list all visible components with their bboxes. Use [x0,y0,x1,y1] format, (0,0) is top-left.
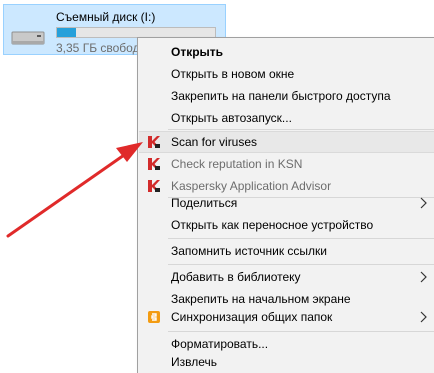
menu-item-add-library[interactable]: Добавить в библиотеку [139,266,434,288]
menu-separator [168,331,434,332]
menu-separator [168,129,434,130]
menu-item-open-portable[interactable]: Открыть как переносное устройство [139,214,434,236]
menu-item-remember-link[interactable]: Запомнить источник ссылки [139,240,434,262]
menu-item-open-label: Открыть [171,45,224,59]
menu-item-check-reputation-label: Check reputation in KSN [171,157,303,171]
menu-item-pin-quick-access-label: Закрепить на панели быстрого доступа [171,89,391,103]
drive-usage-fill [57,28,76,37]
chevron-right-icon [420,271,427,283]
menu-item-scan-viruses[interactable]: Scan for viruses [139,131,434,153]
sync-folder-icon [148,311,160,323]
menu-item-remember-link-label: Запомнить источник ссылки [171,244,327,258]
explorer-screenshot: Съемный диск (I:) 3,35 ГБ свободно Откры… [0,0,434,373]
kaspersky-icon [148,158,160,170]
menu-item-scan-viruses-label: Scan for viruses [171,135,258,149]
menu-item-pin-quick-access[interactable]: Закрепить на панели быстрого доступа [139,85,434,107]
menu-item-open[interactable]: Открыть [139,41,434,63]
menu-item-sync-folders-label: Синхронизация общих папок [171,310,333,324]
menu-item-add-library-label: Добавить в библиотеку [171,270,301,284]
menu-item-open-autoplay[interactable]: Открыть автозапуск... [139,107,434,129]
drive-name: Съемный диск (I:) [56,10,156,24]
removable-drive-icon [11,31,45,45]
kaspersky-icon [148,180,160,192]
menu-separator [168,238,434,239]
menu-item-open-portable-label: Открыть как переносное устройство [171,218,374,232]
menu-item-open-new-window-label: Открыть в новом окне [171,67,295,81]
chevron-right-icon [420,311,427,323]
kaspersky-icon [148,136,160,148]
menu-item-open-autoplay-label: Открыть автозапуск... [171,111,292,125]
menu-item-share-label: Поделиться [171,196,238,210]
menu-item-open-new-window[interactable]: Открыть в новом окне [139,63,434,85]
menu-item-check-reputation[interactable]: Check reputation in KSN [139,153,434,175]
context-menu: Открыть Открыть в новом окне Закрепить н… [137,37,434,373]
menu-item-eject-label: Извлечь [171,355,218,369]
menu-item-eject[interactable]: Извлечь [139,351,434,373]
menu-separator [168,264,434,265]
menu-item-share[interactable]: Поделиться [139,192,434,214]
menu-item-sync-folders[interactable]: Синхронизация общих папок [139,306,434,328]
chevron-right-icon [420,197,427,209]
